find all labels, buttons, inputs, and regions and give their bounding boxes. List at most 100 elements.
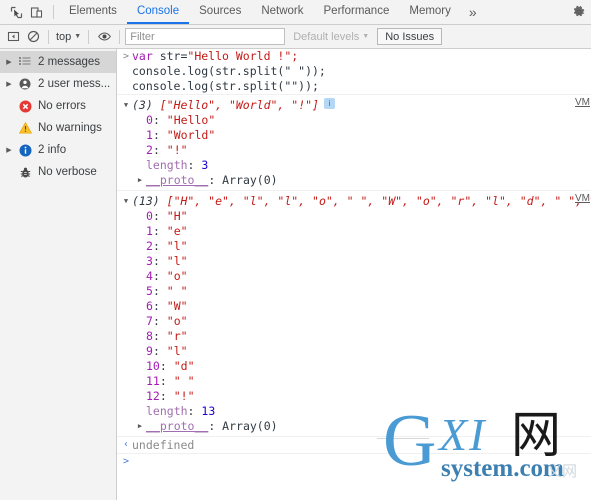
more-tabs-icon[interactable]: »	[461, 0, 485, 24]
tab-console[interactable]: Console	[126, 0, 190, 24]
inspect-element-icon[interactable]	[6, 2, 26, 22]
info-badge-icon[interactable]: i	[323, 98, 335, 109]
array-header-row[interactable]: ▼ (3) ["Hello", "World", "!"] i	[117, 98, 591, 113]
log-levels-label: Default levels	[293, 30, 360, 43]
array-property-row: 8: "r"	[117, 329, 591, 344]
warning-icon	[16, 122, 34, 134]
property-value: 3	[201, 158, 209, 172]
property-key: 12	[146, 389, 160, 403]
property-value: "!"	[173, 389, 195, 403]
sidebar-toggle-icon[interactable]	[3, 27, 23, 47]
code-keyword: var	[132, 49, 160, 63]
clear-console-icon[interactable]	[23, 27, 43, 47]
property-value: "e"	[166, 224, 188, 238]
property-value: "o"	[166, 314, 188, 328]
property-value: "Hello"	[166, 113, 216, 127]
sidebar-item-verbose[interactable]: ▶ No verbose	[0, 161, 116, 183]
chevron-right-icon[interactable]: ▶	[2, 80, 16, 88]
issues-button[interactable]: No Issues	[377, 28, 443, 45]
property-key: 5	[146, 284, 153, 298]
proto-value: Array(0)	[222, 173, 278, 187]
sidebar-item-label: No errors	[38, 100, 86, 112]
array-property-row: 6: "W"	[117, 299, 591, 314]
console-input-line: console.log(str.split(" "));	[117, 64, 591, 79]
array-property-row: 10: "d"	[117, 359, 591, 374]
execution-context-label: top	[56, 30, 72, 43]
chevron-right-icon[interactable]: ▶	[2, 146, 16, 154]
array-property-row: 4: "o"	[117, 269, 591, 284]
array-property-row: 9: "l"	[117, 344, 591, 359]
property-value: "W"	[166, 299, 188, 313]
chevron-right-icon[interactable]: ▶	[2, 58, 16, 66]
array-property-row: 2: "l"	[117, 239, 591, 254]
sidebar-item-messages[interactable]: ▶ 2 messages	[0, 51, 116, 73]
tab-performance[interactable]: Performance	[314, 0, 400, 24]
code-line: console.log(str.split(""));	[132, 79, 319, 93]
sidebar-item-label: No warnings	[38, 122, 102, 134]
devtools-window: Elements Console Sources Network Perform…	[0, 0, 591, 500]
toolbar-divider-1	[48, 29, 49, 44]
tab-sources[interactable]: Sources	[189, 0, 251, 24]
sidebar-item-info[interactable]: ▶ 2 info	[0, 139, 116, 161]
tab-network[interactable]: Network	[251, 0, 313, 24]
sidebar-item-user-messages[interactable]: ▶ 2 user mess...	[0, 73, 116, 95]
property-key: length	[146, 404, 188, 418]
tab-memory[interactable]: Memory	[399, 0, 461, 24]
array-preview: ["H", "e", "l", "l", "o", " ", "W", "o",…	[166, 194, 591, 208]
toolbar-divider-2	[88, 29, 90, 44]
expand-toggle-icon[interactable]: ▼	[120, 194, 132, 209]
console-output-pane[interactable]: > var str="Hello World !"; console.log(s…	[117, 49, 591, 500]
sidebar-item-label: No verbose	[38, 166, 97, 178]
property-value: "H"	[166, 209, 188, 223]
source-link[interactable]: VM	[575, 97, 590, 108]
execution-context-selector[interactable]: top ▼	[54, 31, 83, 43]
property-value: " "	[166, 284, 188, 298]
console-body: ▶ 2 messages ▶ 2 user mess... No errors …	[0, 49, 591, 500]
source-link[interactable]: VM	[575, 193, 590, 204]
sidebar-item-errors[interactable]: ▶ No errors	[0, 95, 116, 117]
array-proto-row[interactable]: ▶ __proto__: Array(0)	[117, 173, 591, 188]
code-line: var str="Hello World !";	[132, 49, 298, 64]
filter-placeholder: Filter	[130, 30, 155, 43]
property-value: "World"	[166, 128, 216, 142]
property-key: 7	[146, 314, 153, 328]
expand-toggle-icon[interactable]: ▶	[134, 173, 146, 188]
property-value: 13	[201, 404, 216, 418]
eye-icon[interactable]	[94, 27, 114, 47]
property-value: "d"	[173, 359, 195, 373]
array-proto-row[interactable]: ▶ __proto__: Array(0)	[117, 419, 591, 434]
proto-key: __proto__	[146, 173, 209, 187]
console-prompt-line[interactable]: >	[117, 454, 591, 470]
expand-toggle-icon[interactable]: ▶	[134, 419, 146, 434]
console-output-group: VM ▼ (3) ["Hello", "World", "!"] i 0: "He…	[117, 95, 591, 191]
property-key: 10	[146, 359, 160, 373]
property-value: "r"	[166, 329, 188, 343]
filter-input[interactable]: Filter	[125, 28, 286, 45]
array-property-row: 11: " "	[117, 374, 591, 389]
sidebar-item-warnings[interactable]: ▶ No warnings	[0, 117, 116, 139]
property-key: 2	[146, 143, 153, 157]
property-key: 2	[146, 239, 153, 253]
gear-icon[interactable]	[567, 0, 591, 24]
sidebar-item-label: 2 info	[38, 144, 67, 156]
array-property-row: 1: "e"	[117, 224, 591, 239]
array-property-row: 2: "!"	[117, 143, 591, 158]
sidebar-item-label: 2 messages	[38, 56, 101, 68]
expand-toggle-icon[interactable]: ▼	[120, 98, 132, 113]
chevron-down-icon: ▼	[74, 33, 82, 40]
property-key: length	[146, 158, 188, 172]
array-header-row[interactable]: ▼ (13) ["H", "e", "l", "l", "o", " ", "W…	[117, 194, 591, 209]
device-toolbar-icon[interactable]	[26, 2, 46, 22]
console-toolbar: top ▼ Filter Default levels ▼ No Issues	[0, 25, 591, 49]
list-icon	[16, 57, 34, 67]
log-levels-selector[interactable]: Default levels ▼	[293, 31, 369, 43]
tab-elements[interactable]: Elements	[59, 0, 127, 24]
